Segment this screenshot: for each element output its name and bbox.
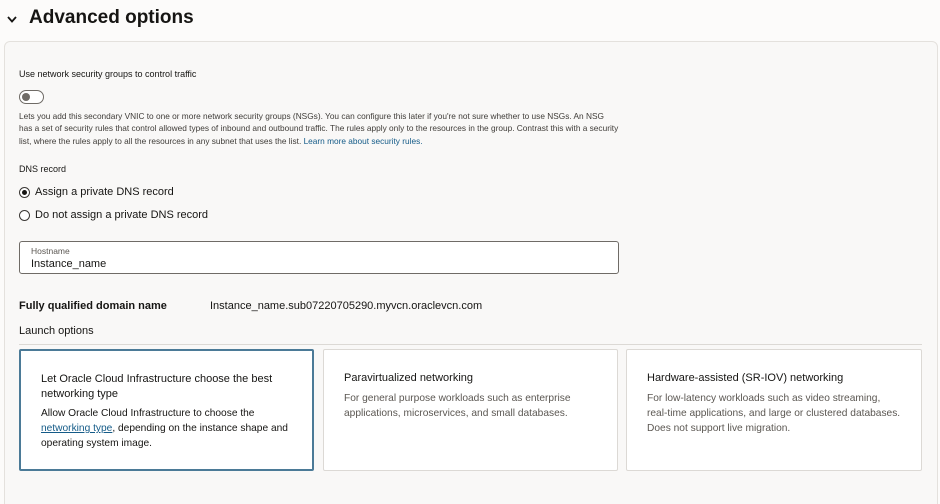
radio-no-private-dns[interactable]: Do not assign a private DNS record (19, 209, 208, 221)
networking-type-link[interactable]: networking type (41, 423, 112, 434)
radio-label: Assign a private DNS record (35, 186, 174, 198)
section-title: Advanced options (29, 7, 194, 28)
card-description: For low-latency workloads such as video … (647, 393, 901, 434)
security-rules-link[interactable]: Learn more about security rules. (304, 136, 423, 146)
radio-assign-private-dns[interactable]: Assign a private DNS record (19, 186, 174, 198)
nsg-help-text: Lets you add this secondary VNIC to one … (19, 110, 619, 147)
radio-button-checked[interactable] (19, 186, 30, 198)
nsg-label: Use network security groups to control t… (19, 69, 197, 79)
radio-button[interactable] (19, 209, 30, 221)
hostname-field[interactable]: Hostname Instance_name (19, 241, 619, 274)
nsg-toggle[interactable] (19, 90, 44, 104)
card-sriov-networking[interactable]: Hardware-assisted (SR-IOV) networking Fo… (626, 349, 922, 471)
fqdn-label: Fully qualified domain name (19, 300, 167, 312)
card-desc-text: Allow Oracle Cloud Infrastructure to cho… (41, 408, 255, 419)
divider (19, 344, 922, 345)
card-title: Hardware-assisted (SR-IOV) networking (647, 372, 844, 384)
radio-label: Do not assign a private DNS record (35, 209, 209, 221)
dns-record-label: DNS record (19, 164, 67, 174)
hostname-label: Hostname (31, 246, 70, 256)
chevron-down-icon[interactable] (5, 12, 19, 26)
hostname-value[interactable]: Instance_name (31, 258, 106, 270)
toggle-knob (22, 92, 30, 101)
card-paravirtualized-networking[interactable]: Paravirtualized networking For general p… (323, 349, 618, 471)
card-title: Paravirtualized networking (344, 372, 474, 384)
launch-options-label: Launch options (19, 325, 94, 337)
card-title: Let Oracle Cloud Infrastructure choose t… (41, 373, 273, 400)
fqdn-value: Instance_name.sub07220705290.myvcn.oracl… (210, 300, 483, 312)
section-header: Advanced options (0, 0, 940, 40)
card-oci-choose-networking[interactable]: Let Oracle Cloud Infrastructure choose t… (19, 349, 314, 471)
card-description: For general purpose workloads such as en… (344, 393, 571, 419)
card-description: Allow Oracle Cloud Infrastructure to cho… (41, 406, 301, 451)
